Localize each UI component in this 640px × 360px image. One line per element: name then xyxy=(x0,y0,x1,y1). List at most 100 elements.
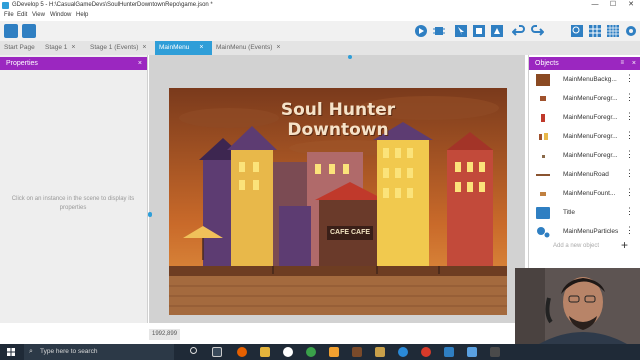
cortana-icon[interactable] xyxy=(190,347,197,354)
undo-icon[interactable] xyxy=(511,24,526,38)
close-window-button[interactable]: ✕ xyxy=(622,0,640,11)
object-item[interactable]: MainMenuForegr... ⋮ xyxy=(529,90,640,109)
more-options-icon[interactable]: ⋮ xyxy=(625,92,634,103)
foreground-sprite-icon xyxy=(536,93,550,105)
close-icon[interactable]: × xyxy=(276,44,280,51)
object-item[interactable]: Title ⋮ xyxy=(529,204,640,223)
app-icon[interactable] xyxy=(329,347,339,357)
gdevelop-logo-icon xyxy=(2,2,9,9)
firefox-icon[interactable] xyxy=(237,347,247,357)
game-title-text: Soul Hunter Downtown xyxy=(169,100,507,140)
add-object-button[interactable]: + xyxy=(621,238,628,252)
menu-bar: File Edit View Window Help xyxy=(0,11,640,21)
more-options-icon[interactable]: ⋮ xyxy=(625,168,634,179)
more-options-icon[interactable]: ⋮ xyxy=(625,111,634,122)
properties-empty-message: Click on an instance in the scene to dis… xyxy=(11,196,135,211)
object-name: MainMenuForegr... xyxy=(563,152,618,159)
object-name: MainMenuForegr... xyxy=(563,95,618,102)
background-sprite-icon xyxy=(536,74,550,86)
app-icon[interactable] xyxy=(375,347,385,357)
panel-resize-handle[interactable] xyxy=(348,55,352,59)
objects-title: Objects xyxy=(535,60,559,67)
object-name: MainMenuRoad xyxy=(563,171,609,178)
properties-panel: Properties × Click on an instance in the… xyxy=(0,55,148,323)
tab-mainmenu[interactable]: MainMenu × xyxy=(155,41,212,55)
menu-edit[interactable]: Edit xyxy=(17,12,27,18)
object-name: MainMenuForegr... xyxy=(563,133,618,140)
cafe-sign: CAFE CAFE xyxy=(329,229,371,236)
object-name: MainMenuForegr... xyxy=(563,114,618,121)
gdevelop-taskbar-icon[interactable] xyxy=(444,347,454,357)
app-icon[interactable] xyxy=(352,347,362,357)
app-icon[interactable] xyxy=(467,347,477,357)
maximize-button[interactable]: ☐ xyxy=(604,0,622,11)
menu-view[interactable]: View xyxy=(32,12,45,18)
object-item[interactable]: MainMenuRoad ⋮ xyxy=(529,166,640,185)
tab-stage-1-events[interactable]: Stage 1 (Events) × xyxy=(86,41,152,55)
close-icon[interactable]: × xyxy=(71,44,75,51)
foreground-sprite-icon xyxy=(536,131,550,143)
more-options-icon[interactable]: ⋮ xyxy=(625,187,634,198)
more-options-icon[interactable]: ⋮ xyxy=(625,206,634,217)
menu-window[interactable]: Window xyxy=(50,12,71,18)
tab-label: MainMenu (Events) xyxy=(216,44,273,51)
select-icon[interactable] xyxy=(454,24,468,38)
close-icon[interactable]: × xyxy=(142,44,146,51)
filter-icon[interactable]: ≡ xyxy=(620,57,624,70)
windows-taskbar: ⌕ Type here to search xyxy=(0,344,640,360)
more-options-icon[interactable]: ⋮ xyxy=(625,149,634,160)
close-icon[interactable]: × xyxy=(632,57,636,70)
tab-mainmenu-events[interactable]: MainMenu (Events) × xyxy=(212,41,294,55)
grid-icon[interactable] xyxy=(588,24,602,38)
minimize-button[interactable]: — xyxy=(586,0,604,11)
add-object-input[interactable]: Add a new object xyxy=(553,243,599,249)
fountain-sprite-icon xyxy=(536,188,550,200)
app-icon[interactable] xyxy=(421,347,431,357)
window-title-bar: GDevelop 5 - H:\CasualGameDevs\SoulHunte… xyxy=(0,0,640,11)
more-options-icon[interactable]: ⋮ xyxy=(625,225,634,236)
panel-resize-handle[interactable] xyxy=(148,212,152,217)
taskbar-search-input[interactable]: ⌕ Type here to search xyxy=(24,344,174,360)
task-view-icon[interactable] xyxy=(212,347,222,357)
toolbar xyxy=(0,21,640,41)
object-name: MainMenuBackg... xyxy=(563,76,617,83)
window-title: GDevelop 5 - H:\CasualGameDevs\SoulHunte… xyxy=(12,2,213,8)
more-options-icon[interactable]: ⋮ xyxy=(625,130,634,141)
app-icon[interactable] xyxy=(490,347,500,357)
zoom-icon[interactable] xyxy=(570,24,584,38)
close-icon[interactable]: × xyxy=(138,57,142,70)
tab-stage-1[interactable]: Stage 1 × xyxy=(41,41,83,55)
properties-title: Properties xyxy=(6,60,38,67)
close-icon[interactable]: × xyxy=(199,44,203,51)
open-project-icon[interactable] xyxy=(22,24,36,38)
object-item[interactable]: MainMenuForegr... ⋮ xyxy=(529,128,640,147)
presenter-video xyxy=(515,268,640,344)
instances-icon[interactable] xyxy=(490,24,504,38)
edge-icon[interactable] xyxy=(398,347,408,357)
cursor-coordinates: 1992,899 xyxy=(149,329,181,340)
redo-icon[interactable] xyxy=(530,24,545,38)
object-item[interactable]: MainMenuFount... ⋮ xyxy=(529,185,640,204)
foreground-sprite-icon xyxy=(536,150,550,162)
project-manager-icon[interactable] xyxy=(4,24,18,38)
menu-file[interactable]: File xyxy=(4,12,14,18)
object-item[interactable]: MainMenuBackg... ⋮ xyxy=(529,71,640,90)
tab-start-page[interactable]: Start Page xyxy=(0,41,40,55)
object-item[interactable]: MainMenuForegr... ⋮ xyxy=(529,109,640,128)
layers-icon[interactable] xyxy=(472,24,486,38)
app-icon[interactable] xyxy=(306,347,316,357)
debug-icon[interactable] xyxy=(432,24,446,38)
grid-settings-icon[interactable] xyxy=(606,24,620,38)
more-options-icon[interactable]: ⋮ xyxy=(625,73,634,84)
game-preview-canvas[interactable]: Soul Hunter Downtown CAFE CAFE xyxy=(169,88,507,315)
tab-label: Stage 1 xyxy=(45,44,68,51)
road-sprite-icon xyxy=(536,169,550,181)
editor-tabs: Start Page Stage 1 × Stage 1 (Events) × Ma… xyxy=(0,41,640,55)
object-item[interactable]: MainMenuForegr... ⋮ xyxy=(529,147,640,166)
settings-icon[interactable] xyxy=(624,24,638,38)
windows-start-icon[interactable] xyxy=(7,348,15,356)
file-explorer-icon[interactable] xyxy=(260,347,270,357)
chrome-icon[interactable] xyxy=(283,347,293,357)
menu-help[interactable]: Help xyxy=(76,12,88,18)
play-icon[interactable] xyxy=(414,24,428,38)
